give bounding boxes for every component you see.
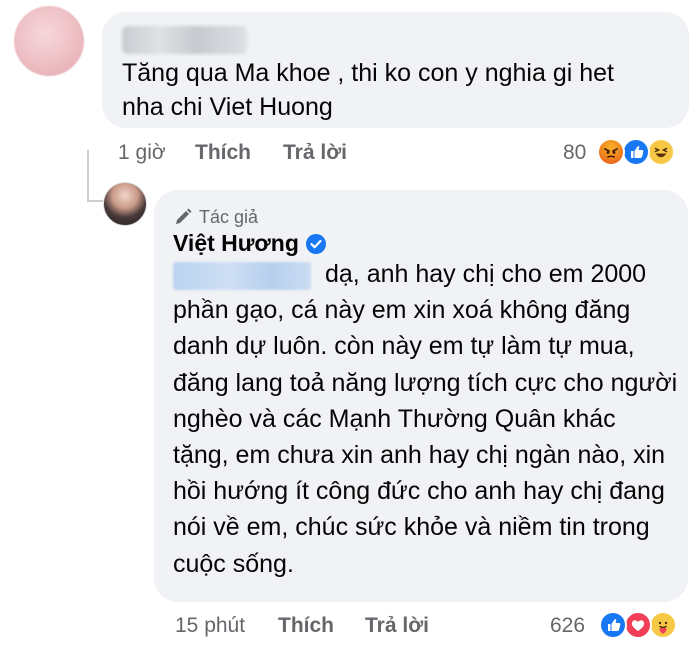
reply-author[interactable]: Việt Hương	[173, 230, 327, 257]
commenter-avatar[interactable]	[14, 6, 84, 76]
reply-timestamp[interactable]: 15 phút	[175, 614, 245, 638]
thread-line-branch	[87, 200, 103, 202]
angry-icon[interactable]	[597, 138, 625, 166]
reply-like-button[interactable]: Thích	[278, 614, 334, 638]
comment-text: Tăng qua Ma khoe , thi ko con y nghia gi…	[122, 59, 614, 121]
reply-reaction-count[interactable]: 626	[550, 614, 585, 638]
author-badge: Tác giả	[173, 204, 258, 230]
author-badge-label: Tác giả	[199, 206, 259, 227]
reply-text: dạ, anh hay chị cho em 2000 phần gạo, cá…	[173, 260, 678, 578]
commenter-name-redacted	[122, 26, 247, 54]
comment-reply-button[interactable]: Trả lời	[283, 141, 347, 165]
author-avatar[interactable]	[103, 182, 147, 226]
care-icon[interactable]	[649, 611, 677, 639]
haha-icon[interactable]	[647, 138, 675, 166]
love-icon[interactable]	[624, 611, 652, 639]
like-icon[interactable]	[622, 138, 650, 166]
like-icon[interactable]	[599, 611, 627, 639]
thread-line	[87, 150, 89, 202]
comment-like-button[interactable]: Thích	[195, 141, 251, 165]
reply-reply-button[interactable]: Trả lời	[365, 614, 429, 638]
verified-badge-icon	[305, 233, 326, 254]
comment-timestamp[interactable]: 1 giờ	[118, 141, 166, 165]
reply-author-name[interactable]: Việt Hương	[173, 230, 299, 257]
pencil-icon	[176, 208, 192, 224]
comment-reaction-count[interactable]: 80	[563, 141, 586, 165]
